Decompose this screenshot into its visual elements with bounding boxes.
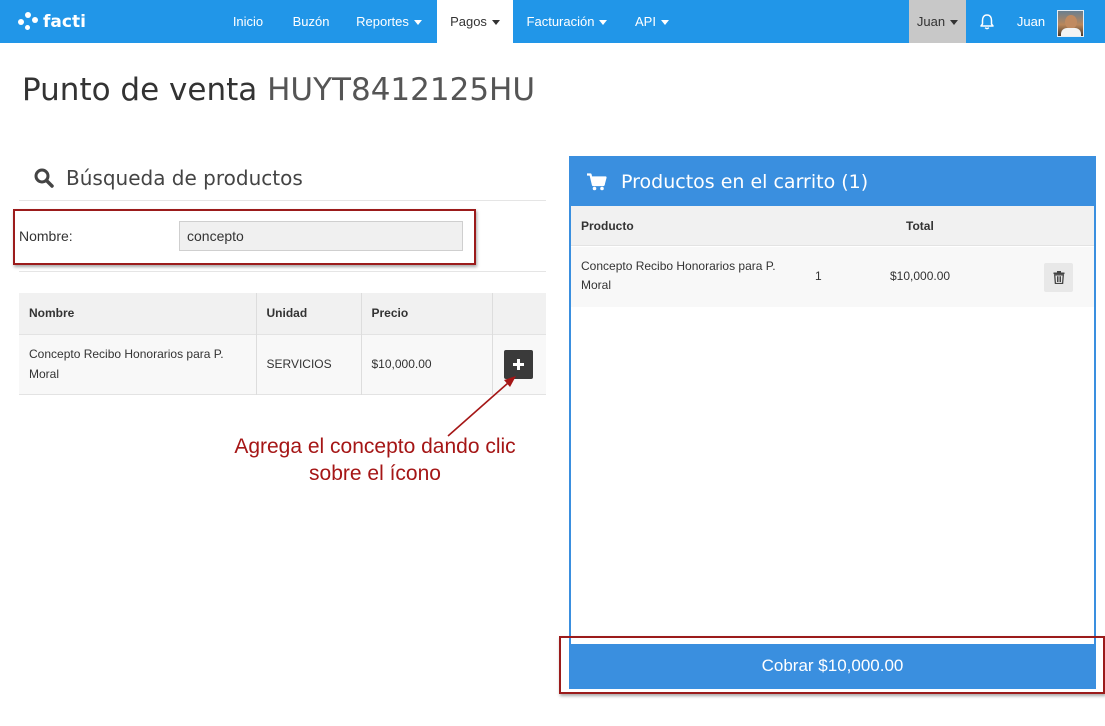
brand-name: facti (43, 12, 86, 32)
highlight-box (13, 209, 476, 265)
column-header-actions (492, 293, 546, 334)
search-icon (34, 168, 54, 188)
cart-header-producto: Producto (581, 219, 634, 233)
product-unit-cell: SERVICIOS (256, 333, 362, 394)
remove-item-button[interactable] (1044, 263, 1073, 292)
nav-facturacion-label: Facturación (526, 14, 595, 29)
search-heading-text: Búsqueda de productos (66, 166, 303, 190)
column-header-unidad[interactable]: Unidad (256, 293, 362, 334)
cart-item-quantity: 1 (815, 269, 822, 283)
column-header-precio[interactable]: Precio (361, 293, 493, 334)
cart-header: Productos en el carrito (1) (571, 158, 1094, 206)
nav-reportes[interactable]: Reportes (347, 0, 431, 43)
nav-pagos-label: Pagos (450, 14, 487, 29)
page-title-text: Punto de venta (22, 72, 258, 108)
page-title: Punto de venta HUYT8412125HU (22, 72, 535, 108)
top-navbar: facti Inicio Buzón Reportes Pagos Factur… (0, 0, 1105, 43)
cart-item-name: Concepto Recibo Honorarios para P. Moral (581, 259, 776, 292)
annotation-line-2: sobre el ícono (309, 462, 441, 485)
cart-item-row: Concepto Recibo Honorarios para P. Moral… (571, 247, 1094, 307)
plus-icon (512, 358, 524, 370)
search-panel-heading: Búsqueda de productos (34, 166, 303, 190)
user-avatar[interactable] (1057, 10, 1084, 37)
cart-title: Productos en el carrito (1) (621, 171, 869, 193)
nav-inicio-label: Inicio (232, 14, 264, 29)
trash-icon (1053, 271, 1064, 284)
caret-down-icon (660, 20, 669, 26)
nav-buzon-label: Buzón (292, 14, 330, 29)
shopping-cart-icon (587, 173, 607, 191)
nav-pagos[interactable]: Pagos (437, 0, 513, 43)
column-header-nombre[interactable]: Nombre (19, 293, 257, 334)
brand-logo[interactable]: facti (18, 9, 86, 35)
caret-down-icon (950, 20, 959, 26)
nav-reportes-label: Reportes (356, 14, 409, 29)
user-name-label: Juan (1016, 14, 1046, 29)
nav-api-label: API (635, 14, 656, 29)
nav-facturacion[interactable]: Facturación (518, 0, 616, 43)
page-rfc: HUYT8412125HU (267, 72, 536, 108)
table-header-row: Nombre Unidad Precio (19, 293, 546, 334)
highlight-box (559, 636, 1105, 694)
product-name-cell: Concepto Recibo Honorarios para P. Moral (19, 333, 257, 394)
annotation-line-1: Agrega el concepto dando clic (234, 435, 516, 458)
cart-item-total: $10,000.00 (890, 269, 951, 283)
caret-down-icon (413, 20, 422, 26)
logo-icon (18, 12, 40, 32)
divider (19, 271, 546, 272)
nav-buzon[interactable]: Buzón (282, 0, 340, 43)
user-menu-label: Juan (916, 14, 946, 29)
caret-down-icon (491, 20, 500, 26)
caret-down-icon (599, 20, 608, 26)
cart-table-header: Producto Total (571, 206, 1094, 246)
divider (19, 200, 546, 201)
user-menu-dropdown[interactable]: Juan (909, 0, 966, 43)
cart-panel: Productos en el carrito (1) Producto Tot… (569, 156, 1096, 689)
annotation-text: Agrega el concepto dando clic sobre el í… (215, 433, 535, 487)
user-name[interactable]: Juan (1012, 0, 1050, 43)
bell-icon[interactable] (978, 13, 996, 31)
nav-api[interactable]: API (625, 0, 679, 43)
annotation-arrow (447, 376, 516, 437)
cart-header-total: Total (906, 219, 934, 233)
nav-inicio[interactable]: Inicio (220, 0, 276, 43)
